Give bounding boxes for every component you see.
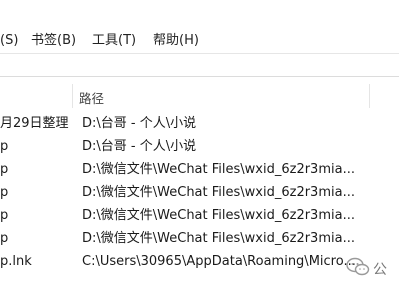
watermark-text: 公 xyxy=(373,262,387,278)
row-path: D:\微信文件\WeChat Files\wxid_6z2r3mia... xyxy=(82,185,355,200)
table-row[interactable]: p D:\台哥 - 个人\小说 xyxy=(0,135,399,158)
row-name: 月29日整理 xyxy=(0,116,69,131)
menu-item-help[interactable]: 帮助(H) xyxy=(153,32,199,50)
table-row[interactable]: p.lnk C:\Users\30965\AppData\Roaming\Mic… xyxy=(0,250,399,273)
address-bar[interactable] xyxy=(0,54,399,77)
table-row[interactable]: p D:\微信文件\WeChat Files\wxid_6z2r3mia... xyxy=(0,181,399,204)
row-path: D:\微信文件\WeChat Files\wxid_6z2r3mia... xyxy=(82,208,355,223)
row-name: p xyxy=(0,208,9,223)
row-path: D:\台哥 - 个人\小说 xyxy=(82,139,197,154)
table-row[interactable]: p D:\微信文件\WeChat Files\wxid_6z2r3mia... xyxy=(0,204,399,227)
row-path: C:\Users\30965\AppData\Roaming\Micro... xyxy=(82,254,356,269)
column-header-path[interactable]: 路径 xyxy=(79,88,104,107)
row-path: D:\微信文件\WeChat Files\wxid_6z2r3mia... xyxy=(82,231,355,246)
table-row[interactable]: 月29日整理 D:\台哥 - 个人\小说 xyxy=(0,112,399,135)
table-row[interactable]: p D:\微信文件\WeChat Files\wxid_6z2r3mia... xyxy=(0,158,399,181)
row-path: D:\微信文件\WeChat Files\wxid_6z2r3mia... xyxy=(82,162,355,177)
column-divider[interactable] xyxy=(369,84,370,108)
table-row[interactable]: p D:\微信文件\WeChat Files\wxid_6z2r3mia... xyxy=(0,227,399,250)
column-divider[interactable] xyxy=(72,84,73,108)
wechat-icon xyxy=(346,257,370,281)
menu-item-bookmarks[interactable]: 书签(B) xyxy=(31,32,76,50)
row-name: p xyxy=(0,139,9,154)
menu-item-s[interactable]: (S) xyxy=(0,32,18,50)
row-name: p xyxy=(0,231,9,246)
row-name: p xyxy=(0,162,9,177)
row-name: p xyxy=(0,185,9,200)
watermark: 公 xyxy=(346,255,399,283)
table-header: 路径 xyxy=(0,84,399,108)
menu-item-tools[interactable]: 工具(T) xyxy=(92,32,136,50)
menu-bar: (S) 书签(B) 工具(T) 帮助(H) xyxy=(0,29,399,53)
row-path: D:\台哥 - 个人\小说 xyxy=(82,116,197,131)
row-name: p.lnk xyxy=(0,254,32,269)
